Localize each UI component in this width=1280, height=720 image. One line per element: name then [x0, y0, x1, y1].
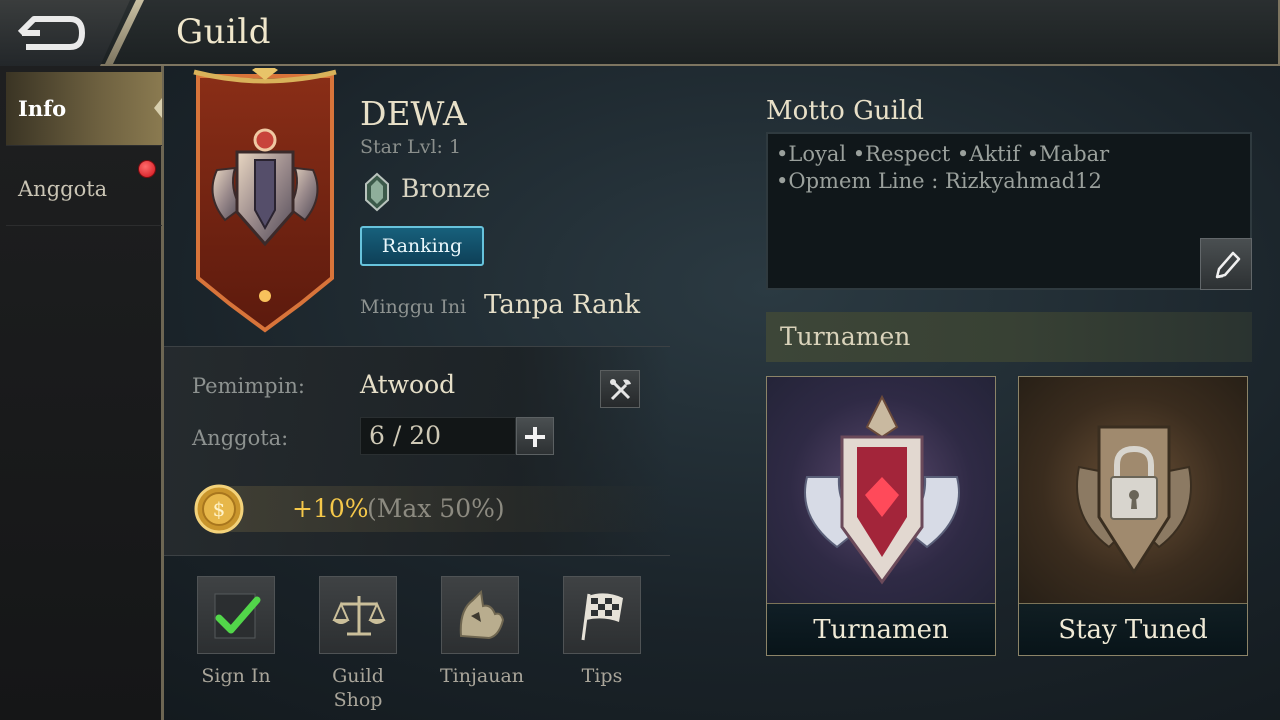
action-label: Tinjauan — [440, 665, 525, 687]
motto-title: Motto Guild — [766, 96, 924, 126]
sign-in-button[interactable]: Sign In — [196, 576, 276, 688]
top-bar: Guild — [0, 0, 1280, 66]
header-corner — [1240, 0, 1280, 66]
action-label: Guild Shop — [332, 665, 384, 711]
guild-shop-button[interactable]: Guild Shop — [318, 576, 398, 712]
tier-label: Bronze — [401, 174, 491, 203]
pencil-icon — [1215, 251, 1241, 279]
checkmark-icon — [214, 593, 261, 639]
guild-shop-tile — [319, 576, 397, 654]
star-level: Star Lvl: 1 — [360, 136, 462, 158]
guild-name: DEWA — [360, 94, 467, 133]
add-member-button[interactable] — [516, 417, 554, 455]
sidebar-item-label: Anggota — [18, 177, 108, 201]
svg-text:$: $ — [213, 497, 226, 521]
tips-tile — [563, 576, 641, 654]
notification-dot — [138, 160, 156, 178]
tournament-card[interactable]: Turnamen — [766, 376, 996, 656]
leader-name: Atwood — [360, 370, 456, 399]
stay-tuned-card[interactable]: Stay Tuned — [1018, 376, 1248, 656]
sign-in-tile — [197, 576, 275, 654]
tinjauan-button[interactable]: Tinjauan — [440, 576, 525, 688]
tools-icon — [610, 379, 631, 401]
sidebar-item-label: Info — [18, 96, 67, 121]
sidebar-item-info[interactable]: Info — [6, 72, 162, 146]
heroes-icon — [459, 589, 505, 640]
sidebar: Info Anggota — [0, 66, 164, 720]
ranking-button[interactable]: Ranking — [360, 226, 484, 266]
bronze-crest-icon — [362, 172, 392, 216]
leader-label: Pemimpin: — [192, 374, 305, 398]
tinjauan-tile — [441, 576, 519, 654]
checkered-flag-icon — [581, 593, 623, 641]
sidebar-item-anggota[interactable]: Anggota — [6, 152, 162, 226]
tips-button[interactable]: Tips — [562, 576, 642, 688]
locked-emblem-icon — [1076, 425, 1192, 575]
members-label: Anggota: — [192, 426, 289, 450]
card-label: Turnamen — [813, 615, 949, 645]
action-label: Sign In — [201, 665, 271, 687]
tournament-title: Turnamen — [780, 322, 911, 351]
motto-line: •Opmem Line : Rizkyahmad12 — [776, 169, 1102, 193]
guild-banner — [192, 62, 338, 340]
scales-icon — [332, 596, 386, 636]
edit-motto-button[interactable] — [1200, 238, 1252, 290]
member-count: 6 / 20 — [360, 417, 516, 455]
manage-tools-button[interactable] — [600, 370, 640, 408]
week-label: Minggu Ini — [360, 296, 467, 318]
bonus-percent: +10% — [292, 494, 369, 523]
bonus-max: (Max 50%) — [367, 494, 505, 523]
gold-coin-icon: $ — [194, 484, 244, 538]
week-rank: Tanpa Rank — [484, 290, 641, 320]
motto-line: •Loyal •Respect •Aktif •Mabar — [776, 142, 1110, 166]
page-title: Guild — [176, 12, 272, 52]
card-label: Stay Tuned — [1058, 615, 1208, 645]
tournament-emblem-icon — [804, 394, 960, 585]
back-arrow-icon — [17, 16, 85, 50]
action-label: Tips — [581, 665, 623, 687]
